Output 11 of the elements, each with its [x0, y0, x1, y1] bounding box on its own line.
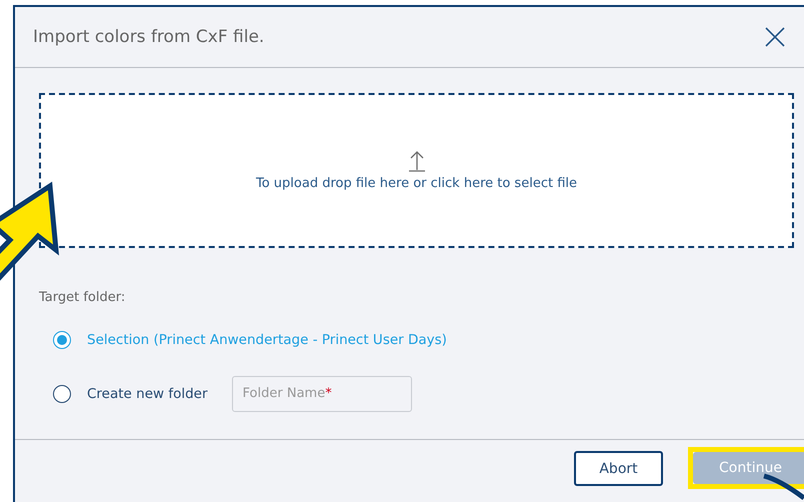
- radio-label[interactable]: Create new folder: [87, 386, 208, 402]
- dialog-title: Import colors from CxF file.: [33, 27, 264, 47]
- close-icon[interactable]: [765, 27, 785, 47]
- radio-button[interactable]: [53, 331, 71, 349]
- upload-icon: [408, 150, 426, 172]
- abort-button[interactable]: Abort: [574, 451, 663, 486]
- file-drop-zone[interactable]: To upload drop file here or click here to select file: [39, 93, 794, 248]
- drop-zone-text: To upload drop file here or click here to select file: [256, 176, 577, 191]
- target-folder-label: Target folder:: [39, 290, 126, 305]
- folder-name-field[interactable]: Folder Name*: [232, 376, 412, 412]
- radio-button[interactable]: [53, 385, 71, 403]
